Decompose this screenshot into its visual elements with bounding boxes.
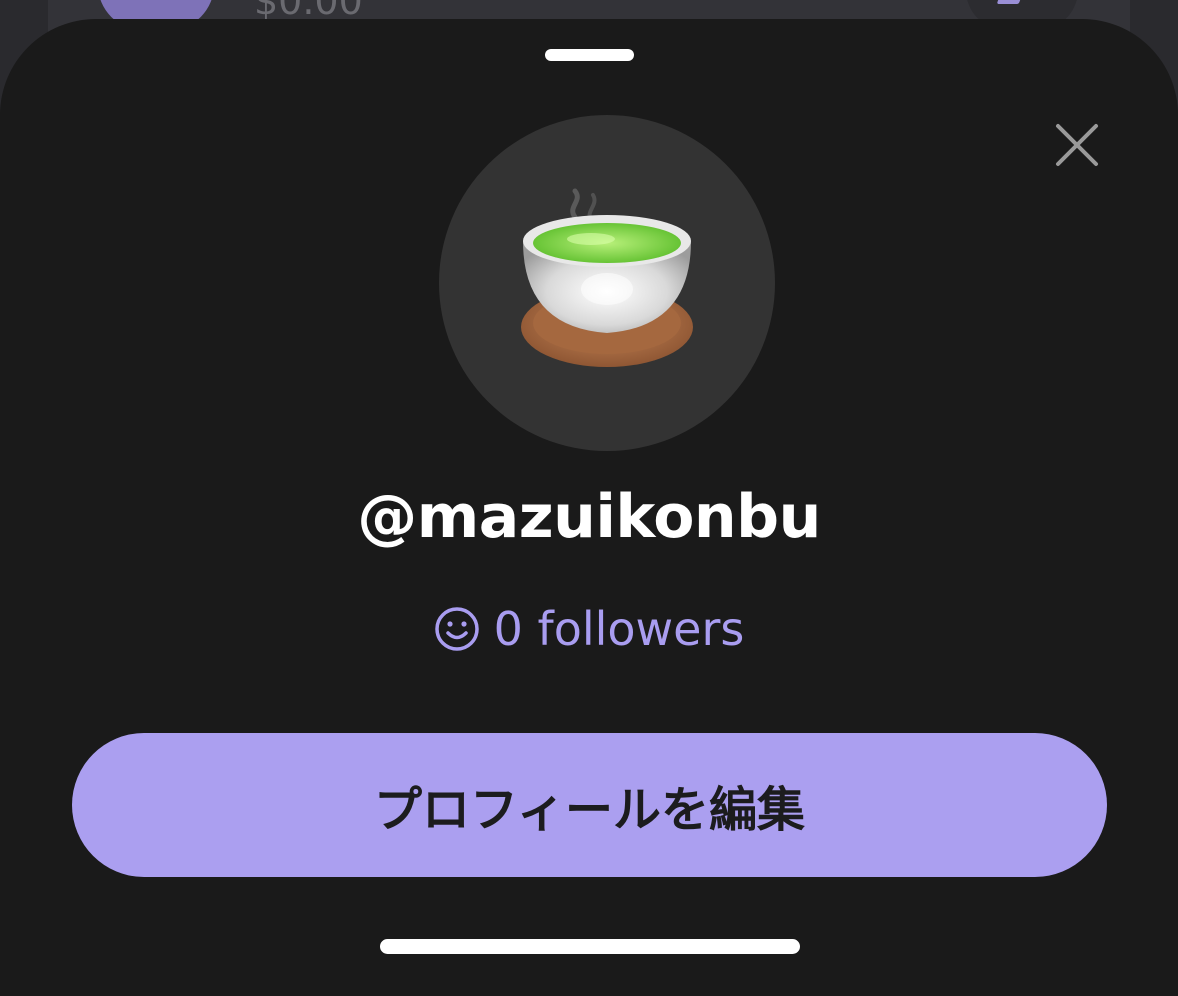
background-balance: $0.00 [254,0,363,23]
sheet-grabber[interactable] [545,49,634,61]
close-icon [1056,124,1098,166]
screen: $0.00 @mazuikonbu 0 followers プロフィールを編集 [0,0,1178,996]
edit-profile-button[interactable]: プロフィールを編集 [72,733,1107,877]
profile-sheet: @mazuikonbu 0 followers プロフィールを編集 [0,19,1178,996]
teacup-emoji-icon [521,188,693,367]
close-button[interactable] [1048,116,1106,174]
username: @mazuikonbu [357,482,821,552]
followers-link[interactable]: 0 followers [0,599,1178,659]
avatar[interactable] [439,115,775,451]
home-indicator[interactable] [380,939,800,954]
followers-count: 0 followers [493,602,745,656]
smiley-icon [434,607,479,651]
